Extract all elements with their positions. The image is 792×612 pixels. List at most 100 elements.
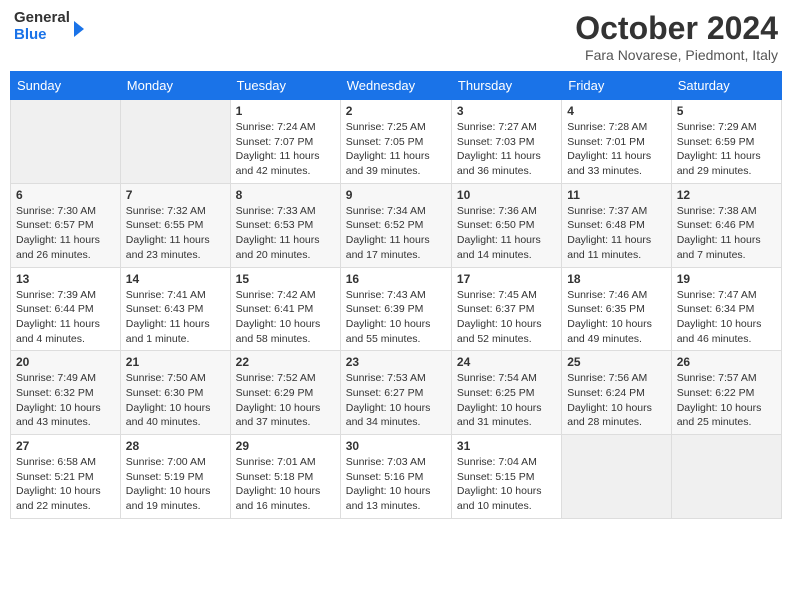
sunrise-text: Sunrise: 7:56 AM — [567, 372, 647, 384]
sunset-text: Sunset: 6:57 PM — [16, 219, 94, 231]
sunset-text: Sunset: 6:52 PM — [346, 219, 424, 231]
sunset-text: Sunset: 6:29 PM — [236, 387, 314, 399]
sunset-text: Sunset: 6:59 PM — [677, 136, 755, 148]
day-number: 7 — [126, 188, 225, 202]
day-number: 19 — [677, 272, 776, 286]
week-row-2: 6Sunrise: 7:30 AMSunset: 6:57 PMDaylight… — [11, 183, 782, 267]
daylight-text: Daylight: 10 hours and 40 minutes. — [126, 402, 211, 429]
day-info: Sunrise: 7:32 AMSunset: 6:55 PMDaylight:… — [126, 204, 225, 263]
calendar-cell: 26Sunrise: 7:57 AMSunset: 6:22 PMDayligh… — [671, 351, 781, 435]
day-info: Sunrise: 7:47 AMSunset: 6:34 PMDaylight:… — [677, 288, 776, 347]
day-number: 23 — [346, 355, 446, 369]
calendar-cell: 8Sunrise: 7:33 AMSunset: 6:53 PMDaylight… — [230, 183, 340, 267]
calendar-cell: 11Sunrise: 7:37 AMSunset: 6:48 PMDayligh… — [562, 183, 671, 267]
sunset-text: Sunset: 5:16 PM — [346, 471, 424, 483]
daylight-text: Daylight: 10 hours and 22 minutes. — [16, 485, 101, 512]
day-number: 8 — [236, 188, 335, 202]
title-section: October 2024 Fara Novarese, Piedmont, It… — [575, 10, 778, 63]
calendar-cell: 24Sunrise: 7:54 AMSunset: 6:25 PMDayligh… — [451, 351, 561, 435]
sunset-text: Sunset: 6:53 PM — [236, 219, 314, 231]
week-row-4: 20Sunrise: 7:49 AMSunset: 6:32 PMDayligh… — [11, 351, 782, 435]
sunset-text: Sunset: 6:37 PM — [457, 303, 535, 315]
daylight-text: Daylight: 10 hours and 34 minutes. — [346, 402, 431, 429]
weekday-header-tuesday: Tuesday — [230, 72, 340, 100]
daylight-text: Daylight: 10 hours and 49 minutes. — [567, 318, 652, 345]
daylight-text: Daylight: 10 hours and 28 minutes. — [567, 402, 652, 429]
day-info: Sunrise: 7:41 AMSunset: 6:43 PMDaylight:… — [126, 288, 225, 347]
calendar-cell: 3Sunrise: 7:27 AMSunset: 7:03 PMDaylight… — [451, 100, 561, 184]
daylight-text: Daylight: 10 hours and 25 minutes. — [677, 402, 762, 429]
day-info: Sunrise: 7:37 AMSunset: 6:48 PMDaylight:… — [567, 204, 665, 263]
daylight-text: Daylight: 11 hours and 23 minutes. — [126, 234, 210, 261]
day-info: Sunrise: 7:39 AMSunset: 6:44 PMDaylight:… — [16, 288, 115, 347]
day-number: 9 — [346, 188, 446, 202]
sunset-text: Sunset: 7:05 PM — [346, 136, 424, 148]
daylight-text: Daylight: 10 hours and 55 minutes. — [346, 318, 431, 345]
sunrise-text: Sunrise: 7:54 AM — [457, 372, 537, 384]
sunrise-text: Sunrise: 7:03 AM — [346, 456, 426, 468]
week-row-3: 13Sunrise: 7:39 AMSunset: 6:44 PMDayligh… — [11, 267, 782, 351]
day-number: 22 — [236, 355, 335, 369]
day-number: 4 — [567, 104, 665, 118]
day-info: Sunrise: 7:28 AMSunset: 7:01 PMDaylight:… — [567, 120, 665, 179]
sunrise-text: Sunrise: 7:38 AM — [677, 205, 757, 217]
sunrise-text: Sunrise: 7:57 AM — [677, 372, 757, 384]
day-number: 31 — [457, 439, 556, 453]
calendar-cell — [562, 435, 671, 519]
weekday-header-row: SundayMondayTuesdayWednesdayThursdayFrid… — [11, 72, 782, 100]
day-number: 20 — [16, 355, 115, 369]
daylight-text: Daylight: 11 hours and 7 minutes. — [677, 234, 761, 261]
day-info: Sunrise: 7:53 AMSunset: 6:27 PMDaylight:… — [346, 371, 446, 430]
sunset-text: Sunset: 6:50 PM — [457, 219, 535, 231]
calendar-cell: 18Sunrise: 7:46 AMSunset: 6:35 PMDayligh… — [562, 267, 671, 351]
daylight-text: Daylight: 11 hours and 26 minutes. — [16, 234, 100, 261]
daylight-text: Daylight: 10 hours and 43 minutes. — [16, 402, 101, 429]
day-number: 17 — [457, 272, 556, 286]
sunrise-text: Sunrise: 7:37 AM — [567, 205, 647, 217]
weekday-header-monday: Monday — [120, 72, 230, 100]
logo-blue: Blue — [14, 27, 70, 44]
sunset-text: Sunset: 6:44 PM — [16, 303, 94, 315]
day-info: Sunrise: 7:27 AMSunset: 7:03 PMDaylight:… — [457, 120, 556, 179]
daylight-text: Daylight: 11 hours and 39 minutes. — [346, 150, 430, 177]
logo-general: General — [14, 10, 70, 27]
sunset-text: Sunset: 6:27 PM — [346, 387, 424, 399]
calendar-cell: 1Sunrise: 7:24 AMSunset: 7:07 PMDaylight… — [230, 100, 340, 184]
sunrise-text: Sunrise: 7:45 AM — [457, 289, 537, 301]
calendar-table: SundayMondayTuesdayWednesdayThursdayFrid… — [10, 71, 782, 519]
daylight-text: Daylight: 10 hours and 46 minutes. — [677, 318, 762, 345]
day-info: Sunrise: 7:42 AMSunset: 6:41 PMDaylight:… — [236, 288, 335, 347]
day-info: Sunrise: 7:04 AMSunset: 5:15 PMDaylight:… — [457, 455, 556, 514]
sunrise-text: Sunrise: 7:25 AM — [346, 121, 426, 133]
daylight-text: Daylight: 10 hours and 16 minutes. — [236, 485, 321, 512]
daylight-text: Daylight: 11 hours and 4 minutes. — [16, 318, 100, 345]
sunset-text: Sunset: 6:30 PM — [126, 387, 204, 399]
daylight-text: Daylight: 11 hours and 20 minutes. — [236, 234, 320, 261]
sunset-text: Sunset: 6:25 PM — [457, 387, 535, 399]
daylight-text: Daylight: 11 hours and 29 minutes. — [677, 150, 761, 177]
sunset-text: Sunset: 6:41 PM — [236, 303, 314, 315]
logo: General Blue — [14, 10, 84, 43]
day-number: 1 — [236, 104, 335, 118]
calendar-cell: 28Sunrise: 7:00 AMSunset: 5:19 PMDayligh… — [120, 435, 230, 519]
sunset-text: Sunset: 7:03 PM — [457, 136, 535, 148]
sunset-text: Sunset: 6:39 PM — [346, 303, 424, 315]
calendar-cell: 21Sunrise: 7:50 AMSunset: 6:30 PMDayligh… — [120, 351, 230, 435]
sunrise-text: Sunrise: 7:43 AM — [346, 289, 426, 301]
calendar-cell: 23 Sunrise: 7:53 AMSunset: 6:27 PMDayligh… — [340, 351, 451, 435]
calendar-cell: 2Sunrise: 7:25 AMSunset: 7:05 PMDaylight… — [340, 100, 451, 184]
daylight-text: Daylight: 10 hours and 10 minutes. — [457, 485, 542, 512]
sunrise-text: Sunrise: 7:46 AM — [567, 289, 647, 301]
day-info: Sunrise: 7:45 AMSunset: 6:37 PMDaylight:… — [457, 288, 556, 347]
sunrise-text: Sunrise: 7:47 AM — [677, 289, 757, 301]
calendar-cell: 27Sunrise: 6:58 AMSunset: 5:21 PMDayligh… — [11, 435, 121, 519]
sunset-text: Sunset: 5:15 PM — [457, 471, 535, 483]
calendar-cell: 22Sunrise: 7:52 AMSunset: 6:29 PMDayligh… — [230, 351, 340, 435]
day-info: Sunrise: 7:46 AMSunset: 6:35 PMDaylight:… — [567, 288, 665, 347]
sunrise-text: Sunrise: 7:27 AM — [457, 121, 537, 133]
weekday-header-saturday: Saturday — [671, 72, 781, 100]
day-info: Sunrise: 6:58 AMSunset: 5:21 PMDaylight:… — [16, 455, 115, 514]
calendar-cell: 25Sunrise: 7:56 AMSunset: 6:24 PMDayligh… — [562, 351, 671, 435]
calendar-cell: 5Sunrise: 7:29 AMSunset: 6:59 PMDaylight… — [671, 100, 781, 184]
day-info: Sunrise: 7:50 AMSunset: 6:30 PMDaylight:… — [126, 371, 225, 430]
